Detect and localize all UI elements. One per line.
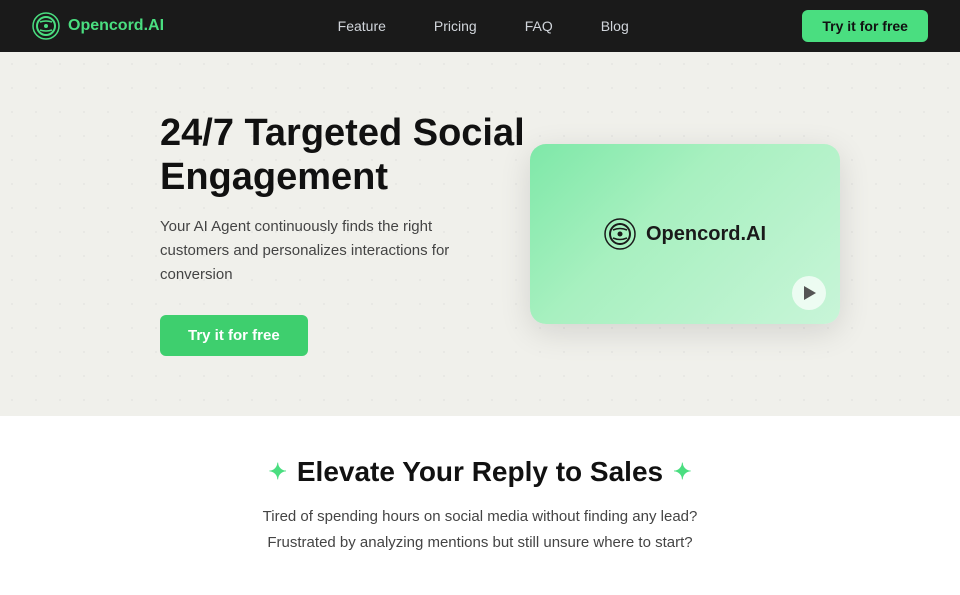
play-button[interactable] bbox=[792, 276, 826, 310]
logo-text: Opencord.AI bbox=[68, 17, 164, 35]
video-logo-text: Opencord.AI bbox=[646, 223, 766, 246]
video-card-inner: Opencord.AI bbox=[604, 218, 766, 250]
nav-pricing[interactable]: Pricing bbox=[434, 18, 477, 34]
nav-feature[interactable]: Feature bbox=[338, 18, 386, 34]
navbar: Opencord.AI Feature Pricing FAQ Blog Try… bbox=[0, 0, 960, 52]
hero-section: 24/7 Targeted Social Engagement Your AI … bbox=[0, 52, 960, 416]
hero-subtitle: Your AI Agent continuously finds the rig… bbox=[160, 215, 480, 287]
hero-content: 24/7 Targeted Social Engagement Your AI … bbox=[160, 112, 525, 356]
video-card: Opencord.AI bbox=[530, 144, 840, 324]
section-body-line1: Tired of spending hours on social media … bbox=[80, 504, 880, 530]
logo[interactable]: Opencord.AI bbox=[32, 12, 164, 40]
hero-title: 24/7 Targeted Social Engagement bbox=[160, 112, 525, 199]
section-body-line2: Frustrated by analyzing mentions but sti… bbox=[80, 530, 880, 556]
section-title: ✦ Elevate Your Reply to Sales ✦ bbox=[80, 456, 880, 488]
nav-blog[interactable]: Blog bbox=[601, 18, 629, 34]
logo-icon bbox=[32, 12, 60, 40]
hero-cta-button[interactable]: Try it for free bbox=[160, 315, 308, 356]
nav-cta-button[interactable]: Try it for free bbox=[802, 10, 928, 42]
video-logo-icon bbox=[604, 218, 636, 250]
sparkle-right-icon: ✦ bbox=[673, 459, 691, 485]
play-icon bbox=[804, 286, 816, 300]
sparkle-left-icon: ✦ bbox=[268, 459, 286, 485]
nav-links: Feature Pricing FAQ Blog bbox=[338, 18, 629, 34]
nav-faq[interactable]: FAQ bbox=[525, 18, 553, 34]
lower-section: ✦ Elevate Your Reply to Sales ✦ Tired of… bbox=[0, 416, 960, 595]
